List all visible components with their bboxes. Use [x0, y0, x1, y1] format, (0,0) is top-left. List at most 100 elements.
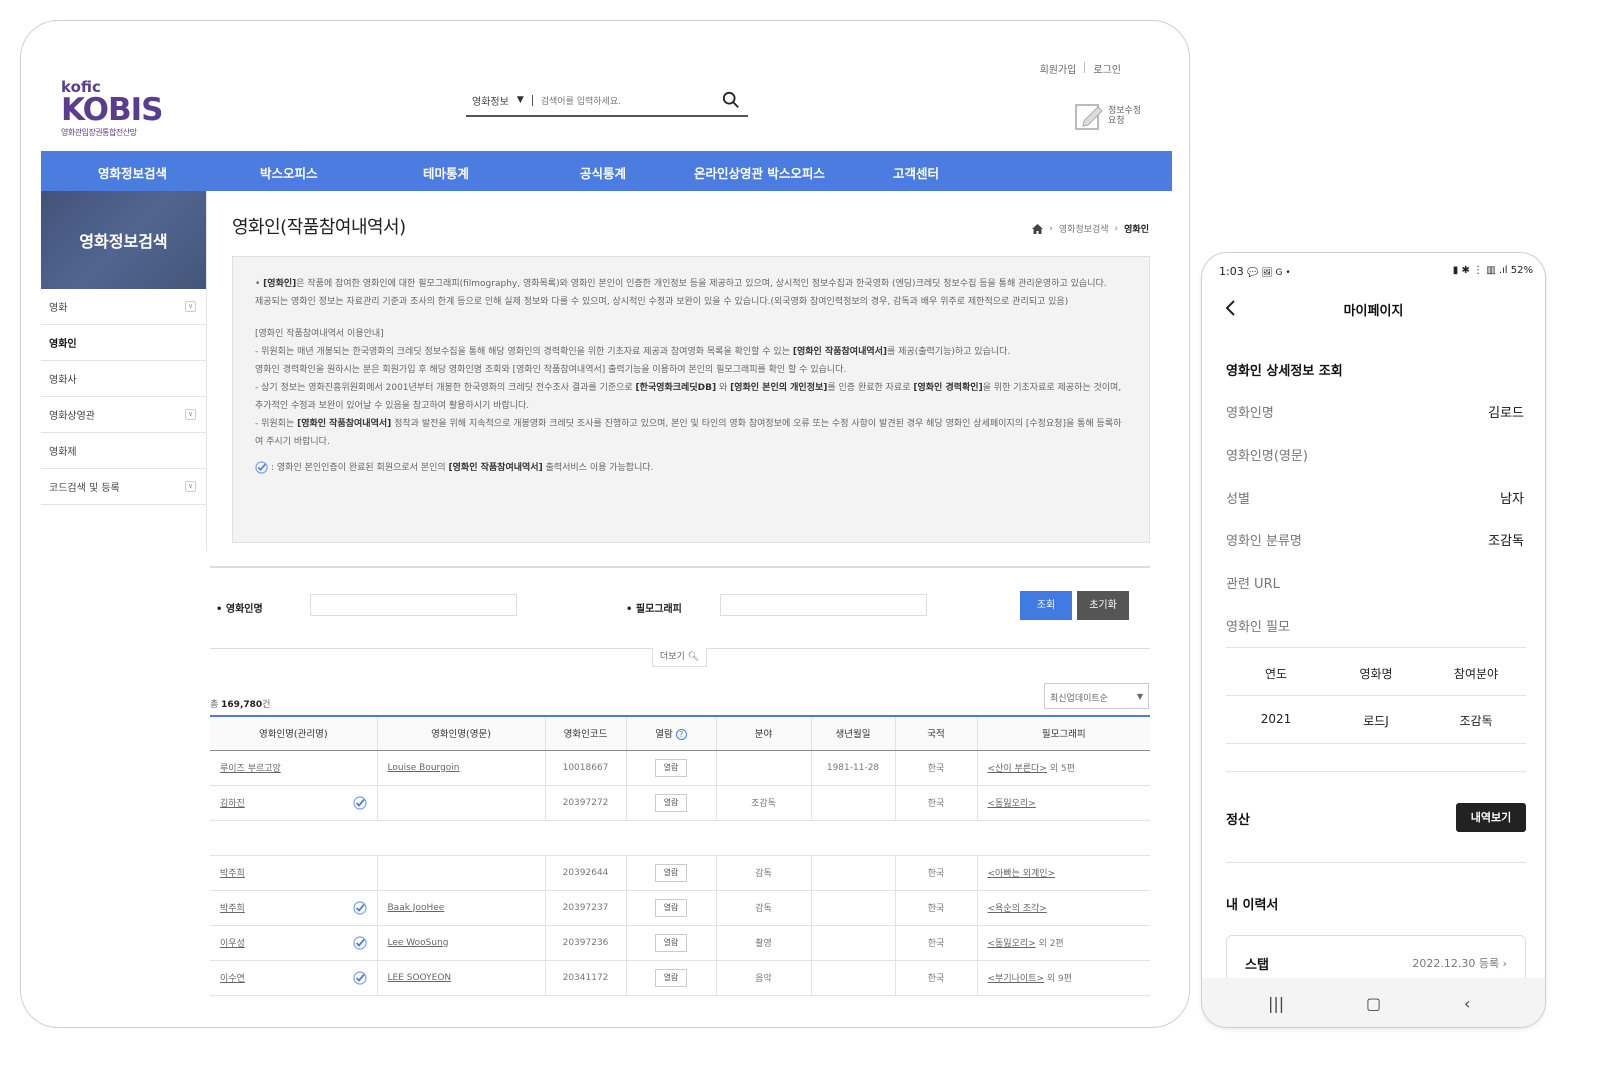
view-button[interactable]: 열람: [655, 968, 687, 987]
person-name-link[interactable]: 이수연: [220, 974, 245, 984]
person-birth: [810, 785, 895, 821]
view-button[interactable]: 열람: [655, 933, 687, 952]
section-title: 영화인 상세정보 조회: [1226, 364, 1343, 379]
sidebar-item-festival[interactable]: 영화제: [41, 433, 206, 469]
view-button[interactable]: 열람: [655, 758, 687, 777]
col-header: 국적: [894, 715, 977, 751]
filmography-link[interactable]: <아빠는 외계인>: [988, 869, 1056, 879]
edit-request-label: 정보수정 요청: [1108, 106, 1142, 126]
mobile-page-title: 마이페이지: [1343, 304, 1404, 319]
sidebar-item-movie[interactable]: 영화 ∨: [41, 289, 206, 325]
filmo-filter-label: 필모그래피: [635, 604, 682, 615]
nav-boxoffice[interactable]: 박스오피스: [260, 163, 318, 182]
filmography-link[interactable]: <욕순의 조각>: [988, 904, 1047, 914]
name-filter-label: 영화인명: [225, 604, 263, 615]
person-field: 음악: [715, 960, 811, 996]
info-text: [영화인 작품참여내역서 이용안내]: [255, 329, 384, 339]
view-button[interactable]: 열람: [655, 793, 687, 812]
verified-check-icon: [352, 970, 367, 985]
filmo-row: 2021 로드J 조감독: [1260, 712, 1493, 728]
kobis-logo[interactable]: kofic KOBIS 영화관입장권통합전산망: [61, 79, 163, 138]
main-nav: 영화정보검색 박스오피스 테마통계 공식통계 온라인상영관 박스오피스 고객센터: [41, 151, 1172, 191]
field-name: 영화인명 김로드: [1226, 406, 1524, 421]
person-nation: 한국: [894, 855, 977, 891]
login-link[interactable]: 로그인: [1093, 61, 1121, 76]
person-en-name-link[interactable]: Baak JooHee: [388, 903, 445, 913]
people-table: 영화인명(관리명) 영화인명(영문) 영화인코드 열람 ? 분야 생년월일 국적…: [210, 715, 1150, 996]
home-button-icon[interactable]: ▢: [1366, 994, 1381, 1013]
person-nation: 한국: [894, 750, 977, 786]
search-bar[interactable]: 영화정보 ▼ 검색어를 입력하세요.: [466, 85, 748, 117]
table-row: 김하진 20397272 열람 조감독 한국 <동잃오리>: [210, 785, 1150, 821]
view-button[interactable]: 열람: [655, 863, 687, 882]
breadcrumb-current: 영화인: [1124, 225, 1149, 235]
sidebar-item-company[interactable]: 영화사: [41, 361, 206, 397]
person-birth: [810, 960, 895, 996]
edit-icon: [1075, 104, 1103, 130]
breadcrumb-level1[interactable]: 영화정보검색: [1059, 222, 1109, 235]
nav-online-boxoffice[interactable]: 온라인상영관 박스오피스: [694, 163, 825, 182]
person-en-name-link[interactable]: LEE SOOYEON: [388, 973, 452, 983]
dropdown-arrow-icon[interactable]: ▼: [517, 95, 524, 105]
person-name-link[interactable]: 김하진: [220, 799, 245, 809]
filmography-link[interactable]: <동잃오리>: [988, 939, 1036, 949]
info-text: 영화인 경력확인을 원하시는 분은 회원가입 후 해당 영화인명 조회와 [영화…: [255, 365, 847, 375]
filmo-filter-input[interactable]: [720, 594, 927, 616]
search-category-select[interactable]: 영화정보: [472, 93, 509, 108]
person-name-link[interactable]: 박주희: [220, 869, 245, 879]
person-name-link[interactable]: 이우성: [220, 939, 245, 949]
sort-select[interactable]: 최신업데이트순 ▼: [1044, 683, 1149, 709]
person-field: [715, 750, 811, 786]
chevron-down-icon[interactable]: ∨: [185, 409, 196, 420]
person-name-link[interactable]: 루이즈 부르고앙: [220, 764, 281, 774]
person-en-name-link[interactable]: Lee WooSung: [388, 938, 449, 948]
edit-request-button[interactable]: 정보수정 요청: [1074, 101, 1148, 131]
person-field: 감독: [715, 855, 811, 891]
person-en-name-link[interactable]: Louise Bourgoin: [388, 763, 460, 773]
back-nav-icon[interactable]: ‹: [1464, 994, 1470, 1013]
status-bar-left: 1:03 💬 🖼 G •: [1219, 265, 1291, 278]
search-input[interactable]: 검색어를 입력하세요.: [541, 94, 748, 107]
nav-customer-center[interactable]: 고객센터: [893, 163, 939, 182]
col-header: 필모그래피: [976, 715, 1150, 751]
filmography-link[interactable]: <동잃오리>: [988, 799, 1036, 809]
table-row: 이수연 LEE SOOYEON 20341172 열람 음악 한국 <부기나이트> 외 9편: [210, 960, 1150, 996]
resume-label: 내 이력서: [1226, 898, 1279, 913]
view-history-button[interactable]: 내역보기: [1456, 803, 1526, 832]
verified-check-icon: [255, 461, 268, 474]
sidebar-item-theater[interactable]: 영화상영관 ∨: [41, 397, 206, 433]
name-filter-input[interactable]: [310, 594, 517, 616]
join-link[interactable]: 회원가입: [1040, 61, 1077, 76]
person-birth: [810, 855, 895, 891]
person-name-link[interactable]: 박주희: [220, 904, 245, 914]
resume-name: 스탭: [1245, 958, 1269, 973]
field-name-en: 영화인명(영문): [1226, 449, 1308, 464]
person-code: 20397272: [544, 785, 626, 821]
more-button[interactable]: 더보기 🔍︎: [652, 648, 707, 667]
field-filmo: 영화인 필모: [1226, 620, 1290, 635]
view-button[interactable]: 열람: [655, 898, 687, 917]
nav-official-stats[interactable]: 공식통계: [580, 163, 626, 182]
chevron-down-icon[interactable]: ∨: [185, 481, 196, 492]
col-header: 생년월일: [810, 715, 895, 751]
sidebar-item-code-search[interactable]: 코드검색 및 등록 ∨: [41, 469, 206, 505]
search-button[interactable]: 조회: [1020, 591, 1072, 620]
search-icon: 🔍︎: [687, 652, 700, 662]
sidebar-item-people[interactable]: 영화인: [41, 325, 206, 361]
filmography-more: 외 5편: [1046, 764, 1075, 774]
nav-movie-search[interactable]: 영화정보검색: [98, 163, 167, 182]
search-icon[interactable]: [722, 91, 740, 109]
verified-check-icon: [352, 900, 367, 915]
reset-button[interactable]: 초기화: [1077, 591, 1129, 620]
person-birth: 1981-11-28: [810, 750, 895, 786]
nav-theme-stats[interactable]: 테마통계: [423, 163, 469, 182]
home-icon[interactable]: [1032, 223, 1044, 234]
person-birth: [810, 890, 895, 926]
filmography-link[interactable]: <부기나이트>: [988, 974, 1044, 984]
help-icon[interactable]: ?: [675, 729, 687, 741]
person-nation: 한국: [894, 785, 977, 821]
filmography-link[interactable]: <산이 부른다>: [988, 764, 1047, 774]
recent-apps-icon[interactable]: |||: [1268, 994, 1284, 1013]
person-nation: 한국: [894, 960, 977, 996]
chevron-down-icon[interactable]: ∨: [185, 301, 196, 312]
